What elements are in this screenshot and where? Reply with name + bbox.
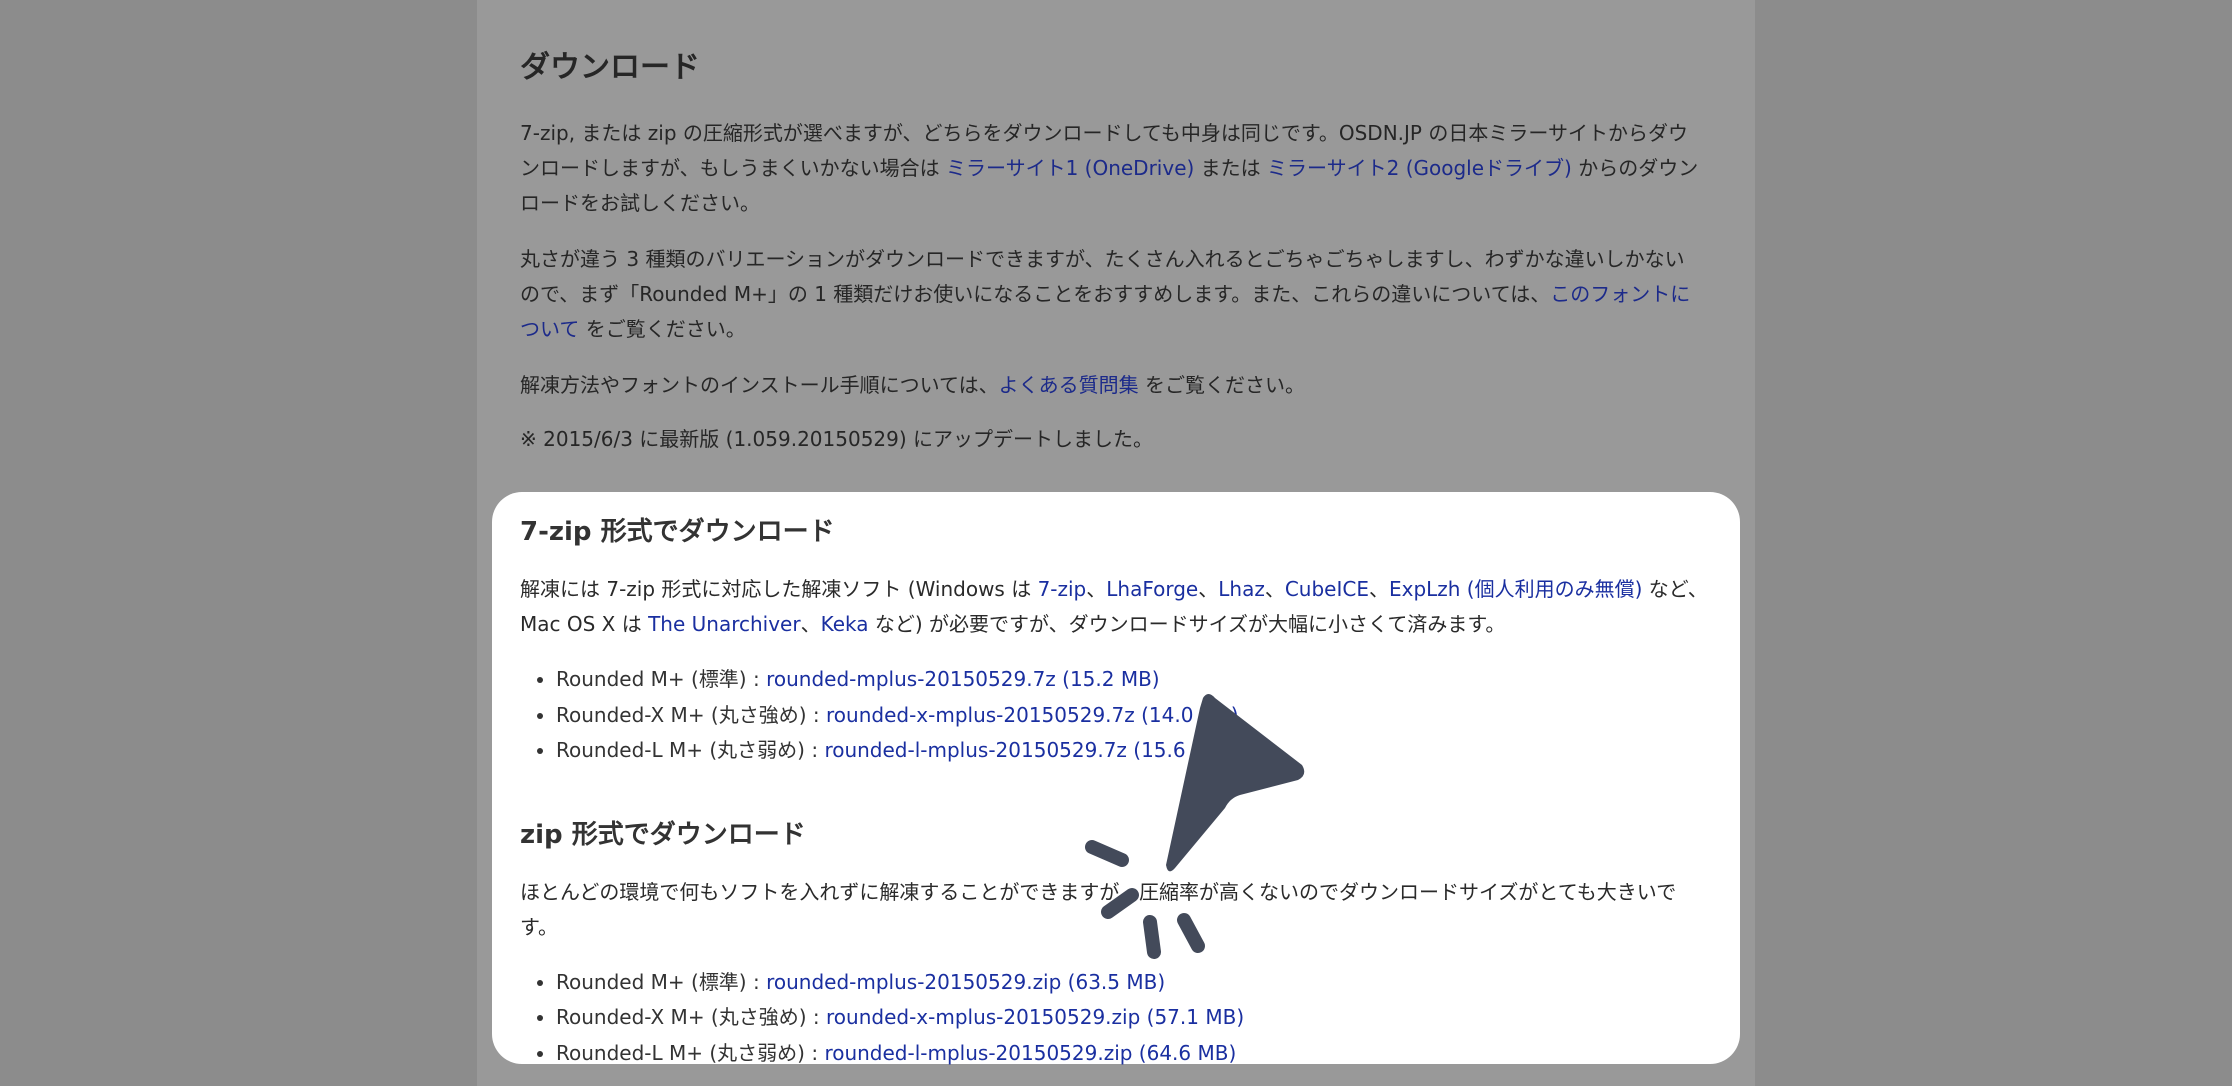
list-item: Rounded-L M+ (丸さ弱め) : rounded-l-mplus-20… — [556, 1036, 1710, 1072]
variant-label: Rounded M+ (標準) : — [556, 969, 767, 994]
install-paragraph: 解凍方法やフォントのインストール手順については、よくある質問集 をご覧ください。 — [520, 368, 1700, 403]
link-lhaforge[interactable]: LhaForge — [1106, 577, 1198, 601]
separator: 、 — [1198, 577, 1219, 601]
download-link-rounded-zip[interactable]: rounded-mplus-20150529.zip (63.5 MB) — [766, 970, 1165, 994]
page-title: ダウンロード — [520, 50, 700, 85]
link-7zip[interactable]: 7-zip — [1038, 577, 1087, 601]
cursor-arrow — [1166, 694, 1305, 872]
install-text-1: 解凍方法やフォントのインストール手順については、 — [520, 373, 999, 397]
variant-label: Rounded-X M+ (丸さ強め) : — [556, 1005, 826, 1029]
link-keka[interactable]: Keka — [821, 612, 869, 636]
variant-label: Rounded-L M+ (丸さ弱め) : — [556, 1040, 825, 1065]
separator: 、 — [1264, 577, 1285, 601]
intro-paragraph: 7-zip, または zip の圧縮形式が選べますが、どちらをダウンロードしても… — [520, 116, 1700, 221]
mirror-link-onedrive[interactable]: ミラーサイト1 (OneDrive) — [946, 156, 1194, 180]
variation-paragraph: 丸さが違う 3 種類のバリエーションがダウンロードできますが、たくさん入れるとご… — [520, 242, 1700, 347]
variation-text-1: 丸さが違う 3 種類のバリエーションがダウンロードできますが、たくさん入れるとご… — [520, 247, 1685, 306]
variation-text-2: をご覧ください。 — [579, 317, 746, 341]
click-spark — [1177, 913, 1205, 953]
sevenzip-description: 解凍には 7-zip 形式に対応した解凍ソフト (Windows は 7-zip… — [520, 572, 1710, 642]
click-spark — [1143, 915, 1161, 959]
separator: 、 — [1086, 577, 1107, 601]
link-lhaz[interactable]: Lhaz — [1218, 577, 1265, 601]
separator: 、 — [1368, 577, 1389, 601]
sevenzip-desc-text-3: など) が必要ですが、ダウンロードサイズが大幅に小さくて済みます。 — [868, 612, 1506, 636]
link-the-unarchiver[interactable]: The Unarchiver — [648, 612, 801, 636]
variant-label: Rounded-L M+ (丸さ弱め) : — [556, 738, 825, 762]
click-pointer-icon — [1085, 694, 1305, 959]
faq-link[interactable]: よくある質問集 — [999, 373, 1139, 397]
download-link-rounded-l-zip[interactable]: rounded-l-mplus-20150529.zip (64.6 MB) — [824, 1041, 1236, 1065]
list-item: Rounded-X M+ (丸さ強め) : rounded-x-mplus-20… — [556, 1000, 1710, 1036]
intro-text-2: または — [1194, 156, 1268, 180]
install-text-2: をご覧ください。 — [1138, 373, 1305, 397]
link-explzh[interactable]: ExpLzh (個人利用のみ無償) — [1389, 577, 1642, 601]
click-spark — [1101, 888, 1139, 919]
update-note: ※ 2015/6/3 に最新版 (1.059.20150529) にアップデート… — [520, 427, 1154, 451]
separator: 、 — [800, 612, 821, 636]
variant-label: Rounded M+ (標準) : — [556, 667, 767, 691]
download-link-rounded-x-zip[interactable]: rounded-x-mplus-20150529.zip (57.1 MB) — [826, 1005, 1244, 1029]
zip-download-list: Rounded M+ (標準) : rounded-mplus-20150529… — [520, 965, 1710, 1072]
sevenzip-heading: 7-zip 形式でダウンロード — [520, 517, 835, 547]
mirror-link-google-drive[interactable]: ミラーサイト2 (Googleドライブ) — [1267, 156, 1572, 180]
variant-label: Rounded-X M+ (丸さ強め) : — [556, 702, 826, 727]
sevenzip-desc-text-1: 解凍には 7-zip 形式に対応した解凍ソフト (Windows は — [520, 577, 1038, 601]
click-spark — [1085, 840, 1129, 867]
download-link-rounded-7z[interactable]: rounded-mplus-20150529.7z (15.2 MB) — [766, 667, 1160, 691]
link-cubeice[interactable]: CubeICE — [1285, 577, 1369, 601]
